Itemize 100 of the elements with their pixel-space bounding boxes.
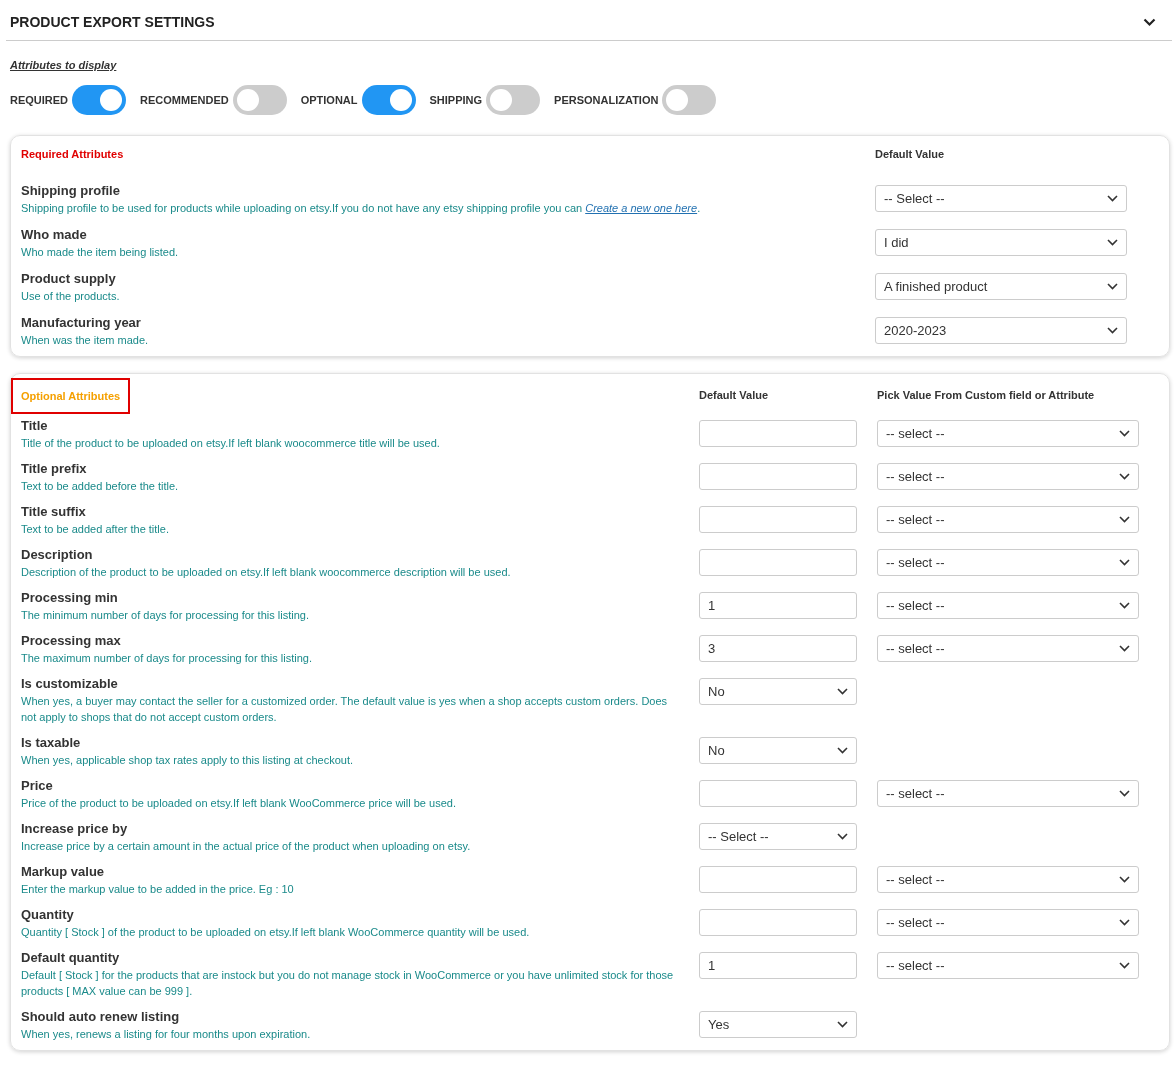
input-field[interactable]: 1: [699, 592, 857, 619]
field-description: Quantity [ Stock ] of the product to be uploaded on etsy.If left blank WooCommerce quantity will be used.: [21, 925, 531, 940]
create-link[interactable]: Create a new one here: [585, 202, 698, 214]
chevron-down-icon: [1119, 876, 1130, 883]
input-field[interactable]: [699, 463, 857, 490]
field-label: Title prefix: [21, 461, 88, 477]
toggle-label: REQUIRED: [10, 94, 69, 106]
chevron-down-icon: [1107, 327, 1118, 334]
field-label: Default quantity: [21, 950, 121, 966]
field-label: Quantity: [21, 907, 75, 923]
chevron-down-icon: [1107, 239, 1118, 246]
input-field[interactable]: [699, 506, 857, 533]
input-field[interactable]: 3: [699, 635, 857, 662]
field-description: Use of the products.: [21, 289, 121, 304]
toggle-switch[interactable]: [361, 85, 416, 115]
select-dropdown[interactable]: No: [699, 737, 857, 764]
field-description: When yes, renews a listing for four months upon expiration.: [21, 1027, 312, 1042]
field-description: Text to be added after the title.: [21, 522, 170, 537]
chevron-down-icon: [1119, 559, 1130, 566]
chevron-down-icon: [1119, 962, 1130, 969]
field-label: Markup value: [21, 864, 106, 880]
field-label: Shipping profile: [21, 183, 121, 199]
select-dropdown[interactable]: -- select --: [877, 506, 1139, 533]
chevron-down-icon: [1119, 919, 1130, 926]
field-label: Title: [21, 418, 49, 434]
chevron-down-icon: [837, 1021, 848, 1028]
field-label: Processing min: [21, 590, 119, 606]
field-description: When yes, a buyer may contact the seller for a customized order. The default value is yes when a shop accepts custom orders. Does not apply to shops that do not accept custom orders.: [21, 694, 669, 725]
input-field[interactable]: [699, 780, 857, 807]
section-heading: Optional Attributes: [11, 378, 131, 414]
field-label: Title suffix: [21, 504, 87, 520]
field-description: Default [ Stock ] for the products that are instock but you do not manage stock in WooCommerce or you have unlimited stock for those products [ MAX value can be 999 ].: [21, 968, 675, 999]
field-label: Description: [21, 547, 94, 563]
chevron-down-icon: [1119, 602, 1130, 609]
select-dropdown[interactable]: -- select --: [877, 866, 1139, 893]
select-dropdown[interactable]: 2020-2023: [875, 317, 1127, 344]
column-header: Default Value: [699, 388, 770, 401]
field-description: The maximum number of days for processing for this listing.: [21, 651, 313, 666]
select-dropdown[interactable]: I did: [875, 229, 1127, 256]
select-dropdown[interactable]: -- select --: [877, 909, 1139, 936]
toggle-label: SHIPPING: [429, 94, 483, 106]
select-dropdown[interactable]: -- select --: [877, 463, 1139, 490]
select-dropdown[interactable]: No: [699, 678, 857, 705]
field-label: Processing max: [21, 633, 122, 649]
chevron-down-icon: [837, 747, 848, 754]
input-field[interactable]: [699, 909, 857, 936]
field-label: Manufacturing year: [21, 315, 142, 331]
input-field[interactable]: [699, 420, 857, 447]
section-heading: Required Attributes: [21, 148, 125, 160]
field-description: Title of the product to be uploaded on etsy.If left blank woocommerce title will be used.: [21, 436, 441, 451]
field-description: Who made the item being listed.: [21, 245, 180, 260]
field-label: Increase price by: [21, 821, 129, 837]
chevron-down-icon: [1119, 516, 1130, 523]
input-field[interactable]: [699, 549, 857, 576]
select-dropdown[interactable]: -- select --: [877, 780, 1139, 807]
select-dropdown[interactable]: -- select --: [877, 420, 1139, 447]
section-title: PRODUCT EXPORT SETTINGS: [10, 14, 215, 30]
input-field[interactable]: 1: [699, 952, 857, 979]
field-description: The minimum number of days for processing for this listing.: [21, 608, 310, 623]
field-description: Description of the product to be uploaded on etsy.If left blank woocommerce description will be used.: [21, 565, 512, 580]
field-description: Price of the product to be uploaded on etsy.If left blank WooCommerce price will be used.: [21, 796, 457, 811]
field-label: Is customizable: [21, 676, 119, 692]
chevron-down-icon: [1119, 430, 1130, 437]
select-dropdown[interactable]: -- select --: [877, 952, 1139, 979]
field-label: Product supply: [21, 271, 117, 287]
select-dropdown[interactable]: -- Select --: [875, 185, 1127, 212]
field-description: Enter the markup value to be added in the price. Eg : 10: [21, 882, 295, 897]
attributes-heading: Attributes to display: [10, 59, 118, 71]
field-description: When was the item made.: [21, 333, 150, 348]
field-description: Shipping profile to be used for products while uploading on etsy.If you do not have any etsy shipping profile you can Create a new one here.: [21, 201, 702, 216]
chevron-down-icon: [837, 833, 848, 840]
toggle-switch[interactable]: [486, 85, 541, 115]
select-dropdown[interactable]: Yes: [699, 1011, 857, 1038]
field-description: When yes, applicable shop tax rates apply to this listing at checkout.: [21, 753, 354, 768]
column-header: Default Value: [875, 148, 946, 160]
select-dropdown[interactable]: -- select --: [877, 549, 1139, 576]
field-description: Increase price by a certain amount in the actual price of the product when uploading on etsy.: [21, 839, 472, 854]
select-dropdown[interactable]: -- select --: [877, 592, 1139, 619]
select-dropdown[interactable]: A finished product: [875, 273, 1127, 300]
field-label: Should auto renew listing: [21, 1009, 181, 1025]
input-field[interactable]: [699, 866, 857, 893]
chevron-down-icon[interactable]: [1143, 17, 1156, 27]
toggle-switch[interactable]: [72, 85, 127, 115]
toggle-label: OPTIONAL: [300, 94, 358, 106]
field-label: Is taxable: [21, 735, 82, 751]
select-dropdown[interactable]: -- Select --: [699, 823, 857, 850]
chevron-down-icon: [1107, 195, 1118, 202]
field-label: Price: [21, 778, 54, 794]
field-label: Who made: [21, 227, 88, 243]
toggle-switch[interactable]: [232, 85, 287, 115]
toggle-label: PERSONALIZATION: [554, 94, 659, 106]
field-description: Text to be added before the title.: [21, 479, 180, 494]
toggle-switch[interactable]: [662, 85, 717, 115]
chevron-down-icon: [1119, 790, 1130, 797]
chevron-down-icon: [837, 688, 848, 695]
chevron-down-icon: [1119, 473, 1130, 480]
select-dropdown[interactable]: -- select --: [877, 635, 1139, 662]
chevron-down-icon: [1107, 283, 1118, 290]
column-header: Pick Value From Custom field or Attribute: [877, 388, 1096, 401]
toggle-label: RECOMMENDED: [140, 94, 229, 106]
